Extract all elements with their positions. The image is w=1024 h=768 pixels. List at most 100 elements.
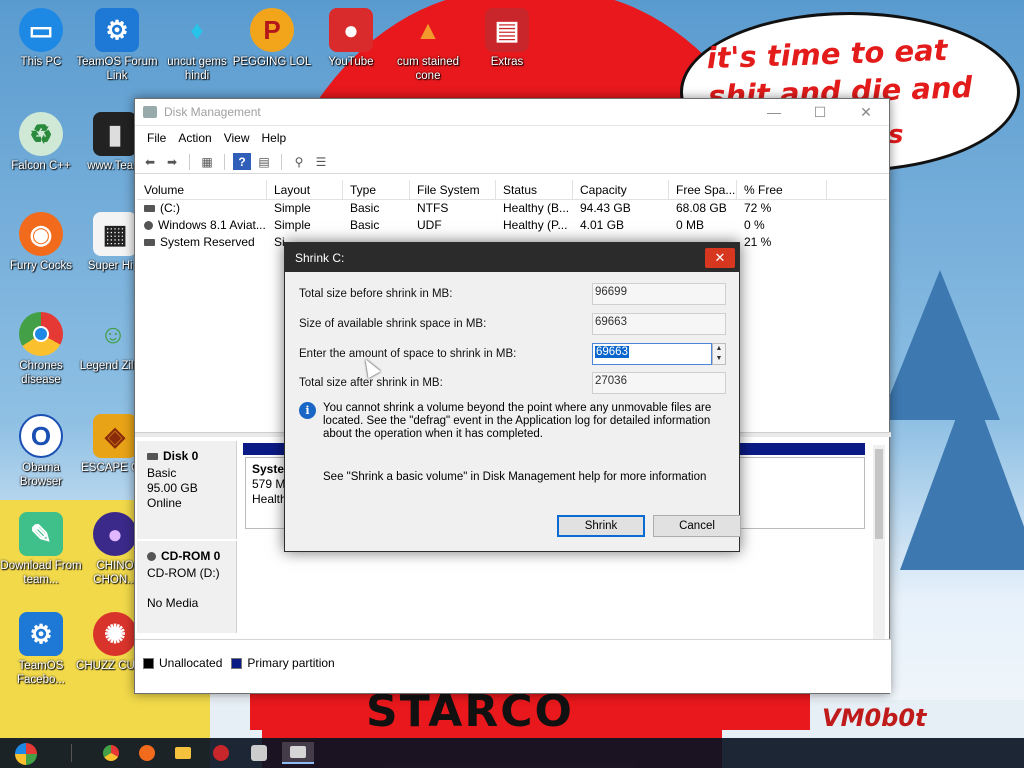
- taskbar-app-icon[interactable]: [208, 742, 234, 764]
- shrink-amount-input[interactable]: 69663: [592, 343, 712, 365]
- volume-capacity: 94.43 GB: [580, 201, 631, 215]
- folder-icon: ▤: [485, 8, 529, 52]
- obama-logo-icon: O: [19, 414, 63, 458]
- shrink-amount-spinner[interactable]: ▲ ▼: [712, 343, 726, 365]
- scrollbar-thumb[interactable]: [875, 449, 883, 539]
- taskbar-app-icon[interactable]: [246, 742, 272, 764]
- file-icon: ▮: [93, 112, 137, 156]
- cancel-button[interactable]: Cancel: [653, 515, 741, 537]
- desktop-icon-teamos-forum[interactable]: ⚙ TeamOS Forum Link: [76, 8, 158, 83]
- column-header-layout[interactable]: Layout: [267, 180, 343, 199]
- volume-layout: Simple: [274, 218, 311, 232]
- dialog-titlebar[interactable]: Shrink C: ✕: [285, 243, 739, 272]
- column-header-capacity[interactable]: Capacity: [573, 180, 669, 199]
- view-icon[interactable]: ▤: [255, 153, 273, 170]
- menu-action[interactable]: Action: [172, 128, 217, 148]
- volume-free-space: 68.08 GB: [676, 201, 727, 215]
- volume-percent-free: 21 %: [744, 235, 772, 249]
- column-header-percent-free[interactable]: % Free: [737, 180, 827, 199]
- spin-up-icon[interactable]: ▲: [713, 344, 725, 354]
- desktop-icon-chrome[interactable]: Chrones disease: [0, 312, 82, 387]
- volume-type: Basic: [350, 201, 380, 215]
- gear-icon: ⚙: [95, 8, 139, 52]
- desktop-icon-cum-cone[interactable]: ▲ cum stained cone: [387, 8, 469, 83]
- column-header-type[interactable]: Type: [343, 180, 410, 199]
- disk-management-icon: [143, 106, 157, 118]
- volume-type: Basic: [350, 218, 380, 232]
- column-header-volume[interactable]: Volume: [137, 180, 267, 199]
- help-icon[interactable]: ?: [233, 153, 251, 170]
- chrome-icon: [19, 312, 63, 356]
- taskbar: [0, 738, 1024, 768]
- notepad-icon: ✎: [19, 512, 63, 556]
- taskbar-firefox-icon[interactable]: [134, 742, 160, 764]
- volume-status: Healthy (P...: [503, 218, 568, 232]
- desktop-icon-uncut-gems[interactable]: ♦ uncut gems hindi: [156, 8, 238, 83]
- shrink-amount-label: Enter the amount of space to shrink in M…: [299, 348, 517, 360]
- taskbar-separator: [58, 742, 84, 764]
- letter-p-icon: P: [250, 8, 294, 52]
- column-header-free-space[interactable]: Free Spa...: [669, 180, 737, 199]
- menu-help[interactable]: Help: [256, 128, 293, 148]
- available-space-label: Size of available shrink space in MB:: [299, 318, 487, 330]
- desktop-icon-this-pc[interactable]: ▭ This PC: [0, 8, 82, 69]
- spin-down-icon[interactable]: ▼: [713, 354, 725, 364]
- desktop-icon-download[interactable]: ✎ Download From team...: [0, 512, 82, 587]
- window-titlebar[interactable]: Disk Management — ☐ ✕: [135, 99, 889, 126]
- taskbar-chrome-icon[interactable]: [98, 742, 124, 764]
- volume-file-system: UDF: [417, 218, 442, 232]
- desktop-icon-falcon[interactable]: ♻ Falcon C++: [0, 112, 82, 173]
- volume-status: Healthy (B...: [503, 201, 570, 215]
- computer-icon: ▭: [19, 8, 63, 52]
- desktop-icon-obama[interactable]: O Obama Browser: [0, 414, 82, 489]
- gear-icon: ⚙: [19, 612, 63, 656]
- wallpaper-signature: VM0b0t: [822, 704, 927, 732]
- taskbar-disk-management-icon[interactable]: [282, 742, 314, 764]
- disk-0-label[interactable]: Disk 0 Basic 95.00 GB Online: [137, 441, 237, 539]
- orb-icon: ●: [93, 512, 137, 556]
- total-before-label: Total size before shrink in MB:: [299, 288, 453, 300]
- windows-start-icon[interactable]: [10, 742, 42, 766]
- menu-bar: File Action View Help: [135, 126, 889, 150]
- total-after-value: 27036: [592, 372, 726, 394]
- connect-icon[interactable]: ⚲: [290, 153, 308, 170]
- desktop-icon-firefox[interactable]: ◉ Furry Cocks: [0, 212, 82, 273]
- available-space-value: 69663: [592, 313, 726, 335]
- volume-file-system: NTFS: [417, 201, 449, 215]
- menu-view[interactable]: View: [218, 128, 256, 148]
- maximize-button[interactable]: ☐: [797, 99, 843, 126]
- unallocated-swatch: [143, 657, 154, 669]
- desktop-icon-teamos-fb[interactable]: ⚙ TeamOS Facebo...: [0, 612, 82, 687]
- gem-icon: ♦: [190, 15, 204, 45]
- back-arrow-icon[interactable]: ⬅: [141, 153, 159, 170]
- window-title: Disk Management: [164, 105, 261, 119]
- vertical-scrollbar[interactable]: ⌄: [873, 445, 885, 658]
- escape-icon: ◈: [93, 414, 137, 458]
- close-button[interactable]: ✕: [843, 99, 889, 126]
- menu-file[interactable]: File: [141, 128, 172, 148]
- dialog-close-button[interactable]: ✕: [705, 247, 735, 268]
- list-icon[interactable]: ☰: [312, 153, 330, 170]
- desktop-icon-youtube[interactable]: ● YouTube: [310, 8, 392, 69]
- table-row[interactable]: Windows 8.1 Aviat... Simple Basic UDF He…: [137, 217, 887, 234]
- firefox-icon: ◉: [19, 212, 63, 256]
- cdrom-drive: CD-ROM (D:): [147, 566, 220, 580]
- cdrom-0-label[interactable]: CD-ROM 0 CD-ROM (D:) No Media: [137, 541, 237, 633]
- shrink-button[interactable]: Shrink: [557, 515, 645, 537]
- table-row[interactable]: (C:) Simple Basic NTFS Healthy (B... 94.…: [137, 200, 887, 217]
- column-header-status[interactable]: Status: [496, 180, 573, 199]
- desktop-icon-pegging[interactable]: P PEGGING LOL: [231, 8, 313, 69]
- drive-icon: [144, 239, 155, 247]
- info-message: You cannot shrink a volume beyond the po…: [323, 402, 712, 440]
- properties-icon[interactable]: ▦: [198, 153, 216, 170]
- forward-arrow-icon[interactable]: ➡: [163, 153, 181, 170]
- minimize-button[interactable]: —: [751, 99, 797, 126]
- volume-capacity: 4.01 GB: [580, 218, 625, 232]
- taskbar-file-explorer-icon[interactable]: [170, 742, 196, 764]
- desktop-icon-extras[interactable]: ▤ Extras: [466, 8, 548, 69]
- primary-swatch: [231, 657, 243, 669]
- column-header-file-system[interactable]: File System: [410, 180, 496, 199]
- volume-name: System Reserved: [160, 235, 255, 249]
- volume-percent-free: 0 %: [744, 218, 765, 232]
- cdrom-icon: [147, 552, 156, 562]
